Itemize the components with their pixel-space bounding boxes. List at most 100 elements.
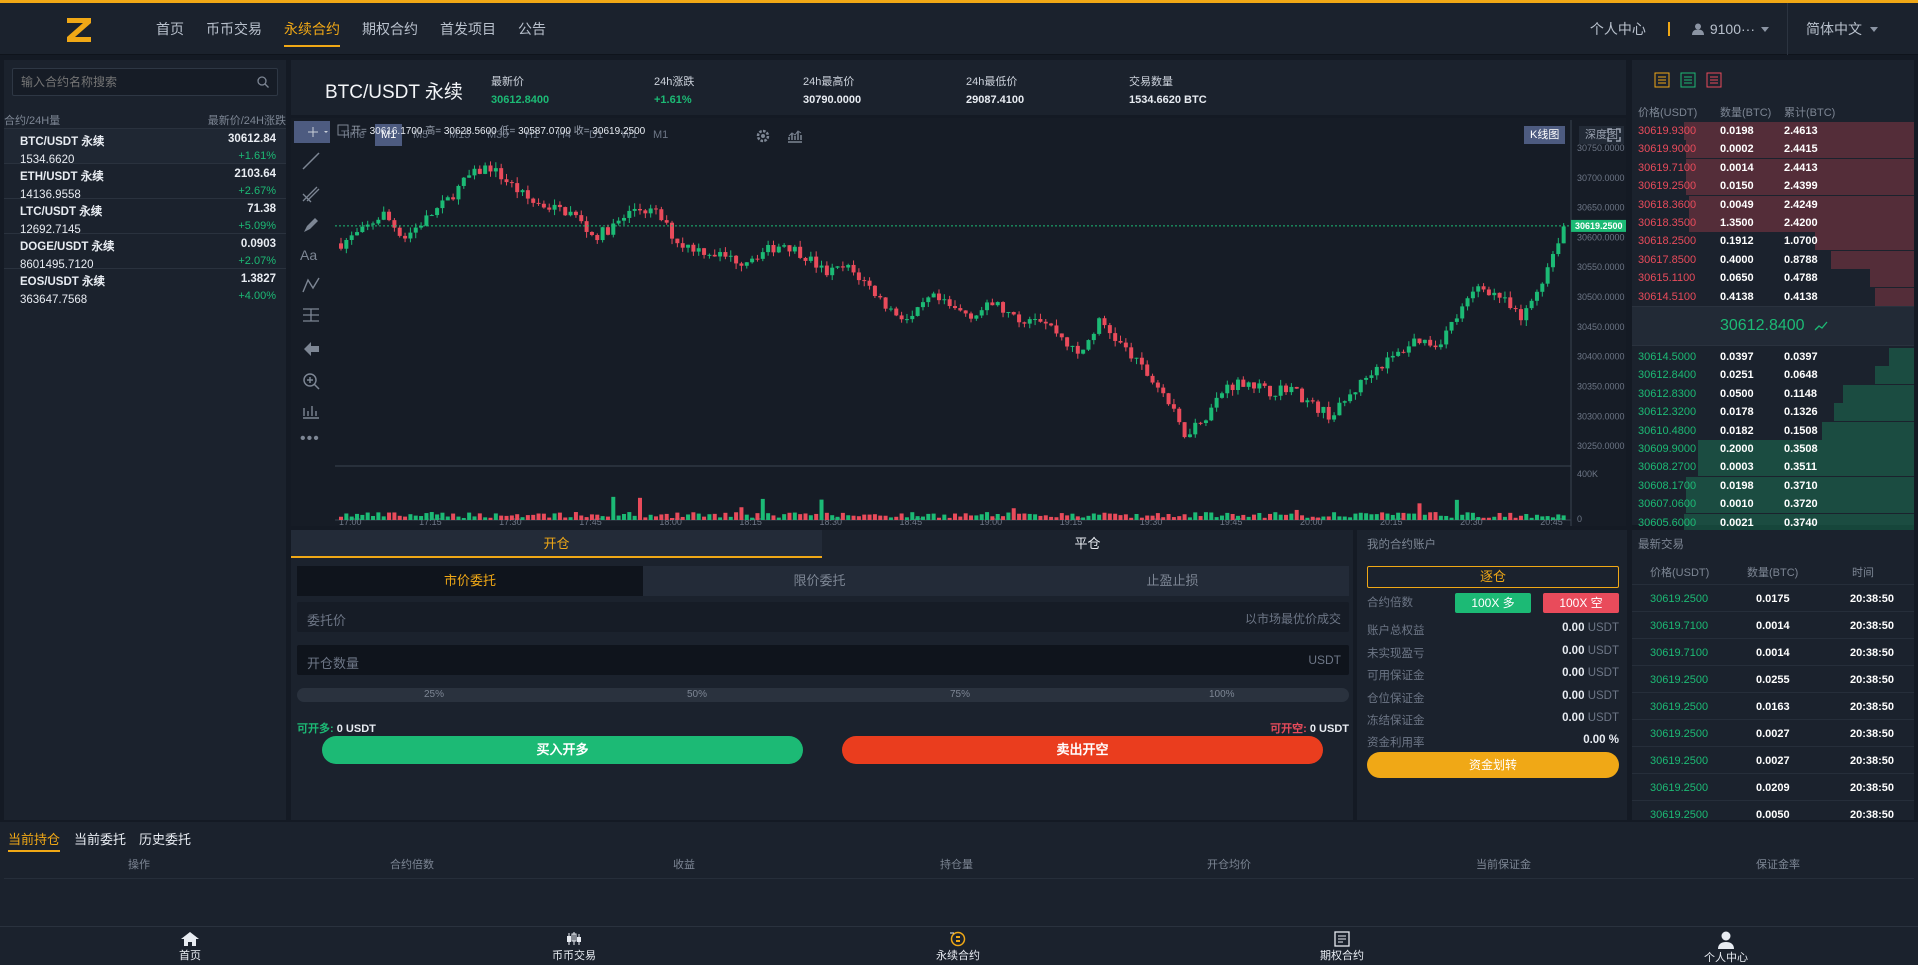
zoom-tool[interactable]	[300, 370, 322, 392]
transfer-button[interactable]: 资金划转	[1367, 752, 1619, 778]
ask-row[interactable]: 30619.9000 0.0002 2.4415	[1632, 140, 1914, 159]
market-item[interactable]: LTC/USDT 永续 12692.7145 71.38 +5.09%	[4, 198, 286, 236]
nav-item-1[interactable]: 币币交易	[206, 3, 262, 55]
price-field[interactable]: 委托价 以市场最优价成交	[297, 602, 1349, 632]
nav-item-4[interactable]: 首发项目	[440, 3, 496, 55]
limit-order-tab[interactable]: 限价委托	[643, 566, 996, 596]
nav-item-0[interactable]: 首页	[156, 3, 184, 55]
ob-total: 0.3511	[1784, 461, 1818, 474]
trade-price: 30619.2500	[1650, 755, 1709, 767]
pct-25[interactable]: 25%	[424, 689, 444, 700]
ruler-tool[interactable]	[300, 400, 322, 422]
ask-row[interactable]: 30614.5100 0.4138 0.4138	[1632, 287, 1914, 306]
logo-icon[interactable]	[64, 15, 94, 45]
search-input[interactable]	[13, 69, 243, 95]
ask-row[interactable]: 30618.3600 0.0049 2.4249	[1632, 195, 1914, 214]
back-tool[interactable]	[300, 338, 322, 360]
text-tool[interactable]: Aa	[300, 244, 322, 266]
pct-100[interactable]: 100%	[1209, 689, 1235, 700]
margin-mode-button[interactable]: 逐仓	[1367, 566, 1619, 588]
leverage-long-button[interactable]: 100X 多	[1455, 593, 1531, 613]
ask-row[interactable]: 30619.2500 0.0150 2.4399	[1632, 177, 1914, 196]
bid-row[interactable]: 30607.0600 0.0010 0.3720	[1632, 495, 1914, 514]
ask-row[interactable]: 30619.7100 0.0014 2.4413	[1632, 158, 1914, 177]
tabbar-options[interactable]: 期权合约	[1302, 931, 1382, 963]
tabbar-spot[interactable]: 币币交易	[534, 931, 614, 963]
util-label: 资金利用率	[1367, 737, 1425, 749]
volume-bar	[1332, 512, 1337, 520]
bid-row[interactable]: 30609.9000 0.2000 0.3508	[1632, 440, 1914, 458]
candle-body	[488, 165, 493, 172]
volume-bar	[488, 517, 493, 520]
volume-bar	[440, 512, 445, 520]
market-order-tab[interactable]: 市价委托	[297, 566, 643, 596]
ask-row[interactable]: 30618.2500 0.1912 1.0700	[1632, 232, 1914, 251]
pct-75[interactable]: 75%	[950, 689, 970, 700]
market-item[interactable]: ETH/USDT 永续 14136.9558 2103.64 +2.67%	[4, 163, 286, 201]
candle-body	[493, 168, 498, 172]
brush-tool[interactable]	[300, 214, 322, 236]
user-menu[interactable]: 9100···	[1674, 3, 1787, 55]
mid-price: 30612.8400	[1720, 317, 1805, 334]
quantity-field[interactable]: 开仓数量 USDT	[297, 645, 1349, 675]
book-bids-icon[interactable]	[1680, 72, 1696, 88]
market-item[interactable]: BTC/USDT 永续 1534.6620 30612.84 +1.61%	[4, 128, 286, 166]
candlestick-chart[interactable]: 30750.0000 30700.0000 30650.0000 30600.0000…	[335, 120, 1626, 526]
more-tool[interactable]: •••	[300, 431, 322, 454]
bid-row[interactable]: 30612.3200 0.0178 0.1326	[1632, 403, 1914, 422]
close-tab[interactable]: 平仓	[822, 530, 1353, 558]
language-select[interactable]: 简体中文	[1788, 3, 1918, 55]
line-tool[interactable]	[300, 150, 322, 172]
coin-icon	[950, 931, 966, 947]
sell-short-button[interactable]: 卖出开空	[842, 736, 1323, 764]
volume-bar	[557, 512, 562, 520]
open-tab[interactable]: 开仓	[291, 530, 822, 558]
percent-slider[interactable]: 25% 50% 75% 100%	[297, 688, 1349, 702]
bid-row[interactable]: 30610.4800 0.0182 0.1508	[1632, 421, 1914, 440]
y-tick-label: 30250.0000	[1577, 441, 1625, 451]
market-item[interactable]: DOGE/USDT 永续 8601495.7120 0.0903 +2.07%	[4, 233, 286, 271]
tab-open-orders[interactable]: 当前委托	[74, 828, 126, 852]
bid-row[interactable]: 30612.8400 0.0251 0.0648	[1632, 366, 1914, 385]
ask-row[interactable]: 30619.9300 0.0198 2.4613	[1632, 122, 1914, 140]
search-icon[interactable]	[257, 76, 269, 88]
tabbar-home[interactable]: 首页	[150, 931, 230, 963]
pct-50[interactable]: 50%	[687, 689, 707, 700]
bid-row[interactable]: 30608.2700 0.0003 0.3511	[1632, 458, 1914, 477]
volume-bar	[1481, 517, 1486, 520]
leverage-short-button[interactable]: 100X 空	[1543, 593, 1619, 613]
volume-bar	[702, 516, 707, 520]
crosshair-tool[interactable]	[294, 121, 330, 143]
pattern-tool[interactable]	[300, 274, 322, 296]
ask-row[interactable]: 30617.8500 0.4000 0.8788	[1632, 250, 1914, 269]
market-item[interactable]: EOS/USDT 永续 363647.7568 1.3827 +4.00%	[4, 268, 286, 306]
personal-center-link[interactable]: 个人中心	[1572, 3, 1664, 55]
measure-tool[interactable]	[300, 304, 322, 326]
avail-long-value: 0 USDT	[336, 723, 376, 735]
ask-row[interactable]: 30618.3500 1.3500 2.4200	[1632, 214, 1914, 232]
book-both-icon[interactable]	[1654, 72, 1670, 88]
bid-row[interactable]: 30612.8300 0.0500 0.1148	[1632, 384, 1914, 403]
y-tick-label: 30500.0000	[1577, 292, 1625, 302]
ob-total: 0.3720	[1784, 498, 1818, 511]
tpsl-tab[interactable]: 止盈止损	[996, 566, 1349, 596]
bid-row[interactable]: 30605.6000 0.0021 0.3740	[1632, 513, 1914, 532]
fork-tool[interactable]	[300, 182, 322, 204]
bid-row[interactable]: 30614.5000 0.0397 0.0397	[1632, 348, 1914, 366]
ob-total: 0.0648	[1784, 369, 1818, 382]
tabbar-profile[interactable]: 个人中心	[1686, 931, 1766, 965]
ask-row[interactable]: 30615.1100 0.0650 0.4788	[1632, 269, 1914, 288]
nav-item-5[interactable]: 公告	[518, 3, 546, 55]
kline-chart-panel: Time M1 M5 M15 M30 H1 H4 D1 W1 M1 K线图 深度图 Aa ••• …	[291, 118, 1626, 526]
tab-positions[interactable]: 当前持仓	[8, 828, 61, 852]
bid-row[interactable]: 30608.1700 0.0198 0.3710	[1632, 476, 1914, 495]
buy-long-button[interactable]: 买入开多	[322, 736, 803, 764]
nav-item-3[interactable]: 期权合约	[362, 3, 418, 55]
candle-body	[1476, 286, 1481, 292]
tab-order-history[interactable]: 历史委托	[139, 828, 191, 852]
volume-bar	[1065, 515, 1070, 520]
tabbar-perpetual[interactable]: 永续合约	[918, 931, 998, 963]
book-asks-icon[interactable]	[1706, 72, 1722, 88]
nav-item-2[interactable]: 永续合约	[284, 3, 340, 55]
volume-bar	[872, 514, 877, 520]
